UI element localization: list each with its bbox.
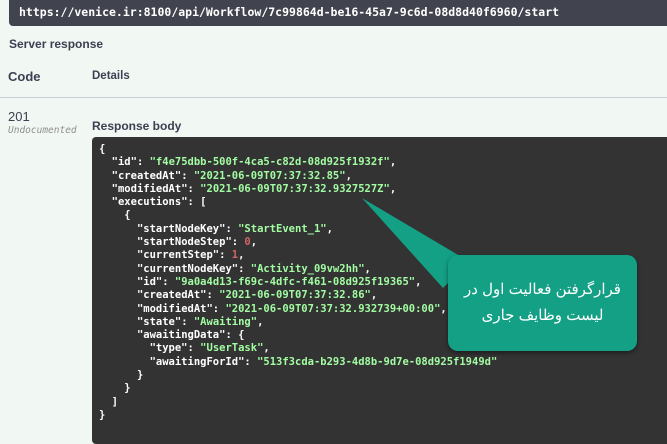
json-punct: : [231,236,245,249]
json-punct: : [187,342,201,355]
table-divider [0,97,667,98]
json-key: "awaitingData" [136,329,226,342]
json-punct: : [136,156,150,169]
json-punct: : [212,302,226,315]
json-key: "executions" [111,196,188,209]
json-string: "Awaiting" [193,315,258,328]
json-punct: , [326,222,333,235]
json-line: "startNodeStep": 0, [99,236,660,249]
json-key: "createdAt" [136,289,207,302]
json-punct: : [181,315,194,328]
json-punct: , [364,262,371,275]
json-string: "StartEvent_1" [238,222,327,235]
json-punct: , [263,342,270,355]
json-punct: : [219,249,232,262]
json-key: "type" [149,342,188,355]
json-key: "state" [136,315,182,328]
json-punct: : [238,262,251,275]
json-punct: : [187,182,201,195]
json-punct: : [244,355,258,368]
json-line: "startNodeKey": "StartEvent_1", [99,223,660,236]
json-key: "createdAt" [111,169,182,182]
json-key: "id" [136,275,163,288]
column-header-details: Details [92,70,130,82]
json-line: { [99,143,660,156]
response-status-doc: Undocumented [8,125,77,136]
json-line: "id": "f4e75dbb-500f-4ca5-c82d-08d925f19… [99,156,660,169]
json-punct: { [99,143,106,155]
json-punct: , [440,302,447,315]
json-punct: : [ [187,196,207,209]
json-line: ] [99,396,660,409]
json-punct: } [136,369,144,382]
json-line: "modifiedAt": "2021-06-09T07:37:32.93275… [99,183,660,196]
json-punct: , [257,315,264,328]
json-line: } [99,369,660,382]
json-string: "Activity_09vw2hh" [250,262,365,275]
json-string: "2021-06-09T07:37:32.9327527Z" [200,182,390,195]
json-key: "currentStep" [136,249,220,262]
json-punct: } [124,382,131,395]
json-line: "createdAt": "2021-06-09T07:37:32.85", [99,170,660,183]
json-string: "2021-06-09T07:37:32.86" [219,289,371,302]
json-string: "UserTask" [200,342,264,355]
json-punct: , [250,236,258,249]
json-key: "id" [111,156,137,169]
response-status-code: 201 [8,109,30,124]
json-string: "f4e75dbb-500f-4ca5-c82d-08d925f1932f" [149,156,390,169]
json-line: } [99,409,660,422]
json-punct: , [345,169,352,182]
json-punct: , [389,156,397,169]
json-string: "2021-06-09T07:37:32.85" [193,169,346,182]
json-line: "awaitingForId": "513f3cda-b293-4d8b-9d7… [99,356,660,369]
annotation-callout: قرارگرفتن فعالیت اول در لیست وظایف جاری [448,255,637,351]
request-url[interactable]: https://venice.ir:8100/api/Workflow/7c99… [9,0,667,26]
json-punct: , [415,275,422,288]
json-punct: : [206,289,220,302]
json-punct: , [238,249,245,262]
json-key: "startNodeStep" [136,236,232,249]
server-response-heading: Server response [9,37,104,51]
json-string: "9a0a4d13-f69c-4dfc-f461-08d925f19365" [174,275,416,288]
json-line: "executions": [ [99,196,660,209]
json-punct: : { [225,329,245,342]
json-key: "awaitingForId" [149,355,245,368]
json-punct: , [370,289,378,302]
json-punct: } [99,408,106,421]
json-punct: : [181,169,194,182]
json-line: { [99,209,660,222]
json-punct: : [162,275,175,288]
json-key: "startNodeKey" [136,222,226,235]
callout-line-2: لیست وظایف جاری [481,307,604,324]
json-punct: { [124,209,131,222]
json-key: "modifiedAt" [136,302,213,315]
json-string: "2021-06-09T07:37:32.932739+00:00" [225,302,441,315]
json-string: "513f3cda-b293-4d8b-9d7e-08d925f1949d" [257,355,498,368]
json-line: } [99,382,660,395]
response-body-label: Response body [92,119,182,133]
column-header-code: Code [8,69,41,84]
json-key: "modifiedAt" [111,182,188,195]
json-punct: , [389,182,397,195]
json-punct: ] [111,395,118,408]
callout-line-1: قرارگرفتن فعالیت اول در [464,281,621,298]
json-punct: : [225,222,239,235]
json-key: "currentNodeKey" [136,262,239,275]
